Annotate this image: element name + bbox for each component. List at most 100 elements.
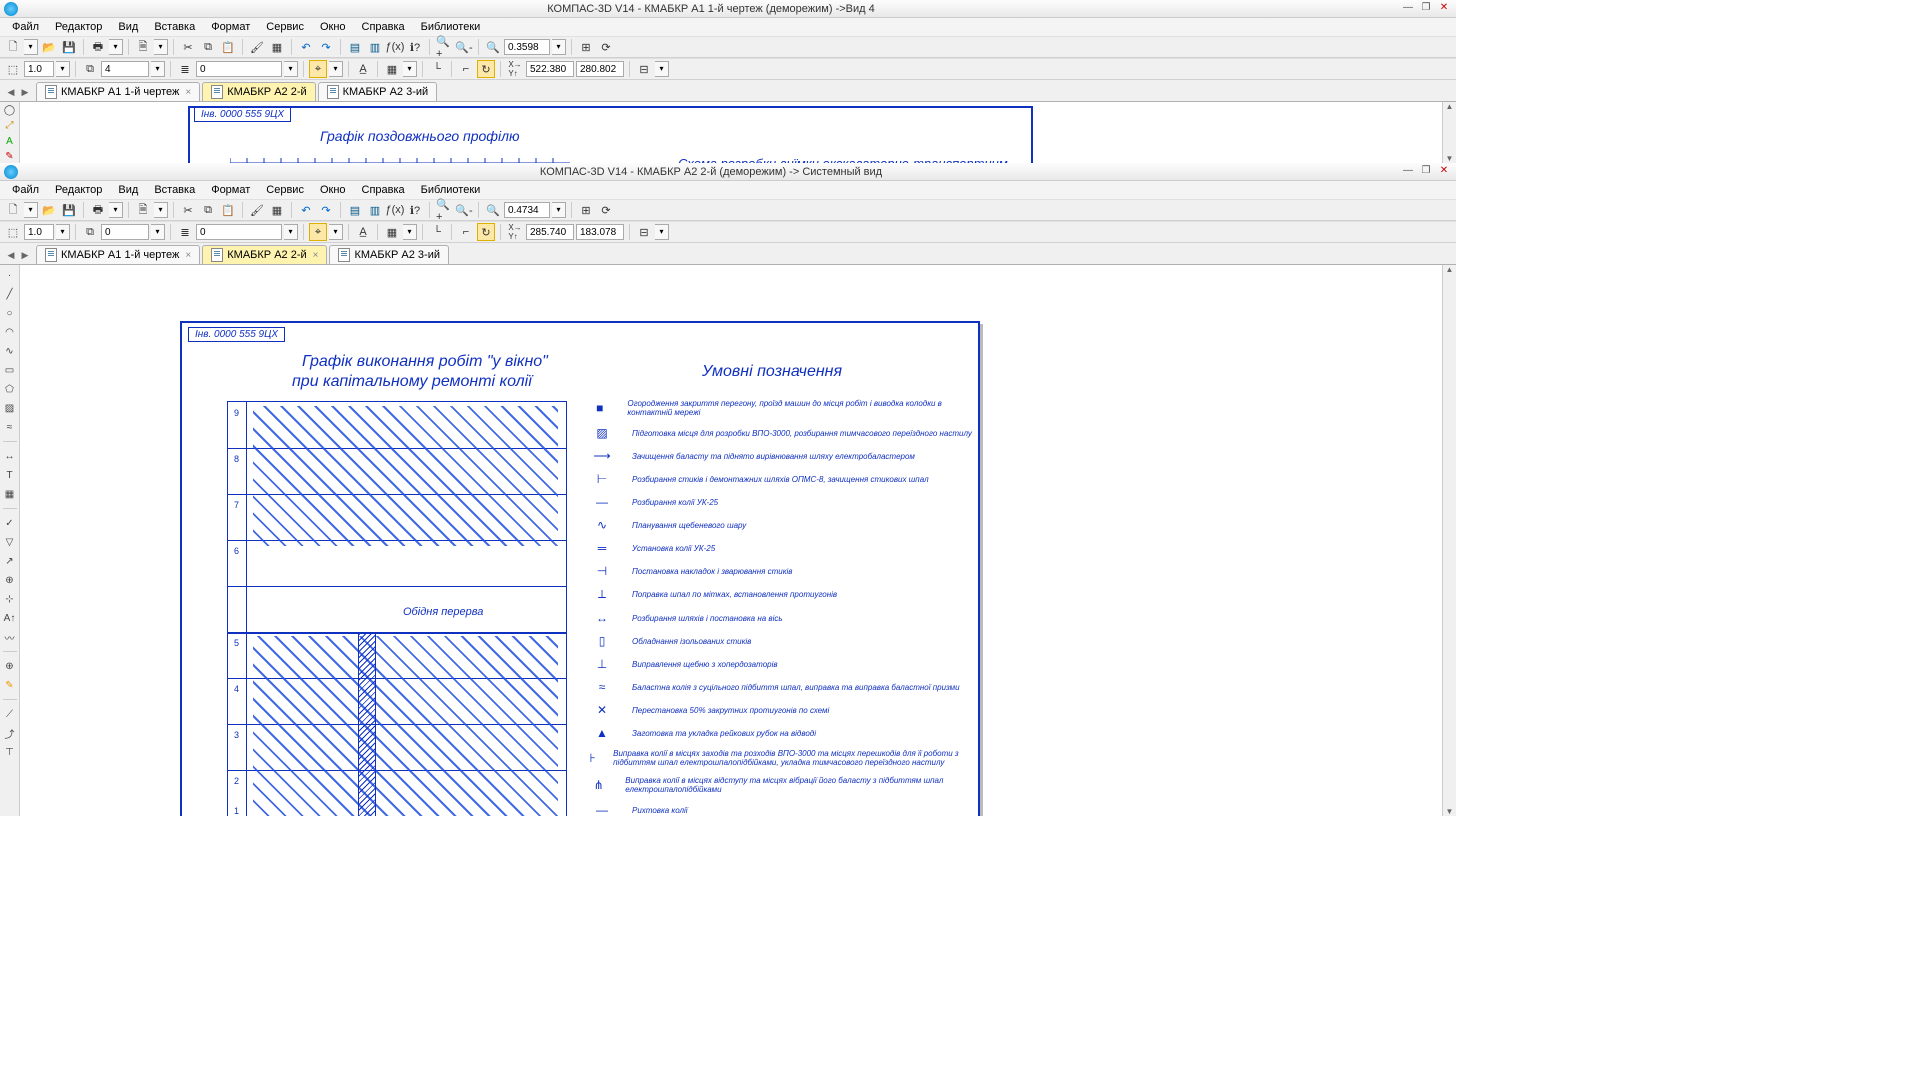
minimize-button[interactable]: — — [1400, 2, 1416, 16]
zoom-fit-icon[interactable]: 🔍 — [484, 201, 502, 219]
preview-icon[interactable]: 🗎 — [134, 201, 152, 219]
save-icon[interactable]: 💾 — [60, 201, 78, 219]
mgr2-icon[interactable]: ▥ — [366, 201, 384, 219]
cut-icon[interactable]: ✂ — [179, 201, 197, 219]
close-button[interactable]: ✕ — [1436, 2, 1452, 16]
scroll-vertical-1[interactable] — [1442, 102, 1456, 163]
new-dd[interactable]: ▾ — [24, 39, 38, 55]
coord-y-input[interactable] — [576, 224, 624, 240]
lcs-icon[interactable]: └ — [428, 60, 446, 78]
viewn-dd[interactable]: ▾ — [151, 61, 165, 77]
dim-icon[interactable]: ⤢ — [2, 120, 18, 133]
redo-icon[interactable]: ↷ — [317, 201, 335, 219]
tab-close-icon[interactable]: × — [185, 87, 191, 98]
arc-icon[interactable]: ◠ — [2, 324, 18, 340]
grid-dd[interactable]: ▾ — [403, 224, 417, 240]
menu-window[interactable]: Окно — [312, 183, 354, 197]
lcs-icon[interactable]: └ — [428, 223, 446, 241]
new-icon[interactable]: 🗋 — [4, 201, 22, 219]
tab-doc-a1[interactable]: КМАБКР А1 1-й чертеж× — [36, 245, 200, 264]
tile-icon[interactable]: ⊞ — [577, 201, 595, 219]
zoom-dd[interactable]: ▾ — [552, 202, 566, 218]
print-dd[interactable]: ▾ — [109, 39, 123, 55]
new-dd[interactable]: ▾ — [24, 202, 38, 218]
print-icon[interactable]: 🖶 — [89, 201, 107, 219]
wave-icon[interactable]: 〰 — [2, 629, 18, 645]
tab-prev-icon[interactable]: ◀ — [4, 250, 18, 264]
table-icon[interactable]: ▦ — [2, 486, 18, 502]
grid-icon[interactable]: ▦ — [383, 223, 401, 241]
ortho2-icon[interactable]: ⌐ — [457, 223, 475, 241]
menu-service[interactable]: Сервис — [258, 20, 312, 34]
edit-icon[interactable]: ✎ — [2, 151, 18, 164]
line-icon[interactable]: ╱ — [2, 286, 18, 302]
cut-icon[interactable]: ✂ — [179, 38, 197, 56]
ortho-icon[interactable]: ⬚ — [4, 60, 22, 78]
menu-help[interactable]: Справка — [354, 183, 413, 197]
menu-service[interactable]: Сервис — [258, 183, 312, 197]
text-icon[interactable]: A — [2, 135, 18, 148]
snap-dd[interactable]: ▾ — [329, 61, 343, 77]
menu-format[interactable]: Формат — [203, 20, 258, 34]
round-icon[interactable]: ↻ — [477, 223, 495, 241]
break-icon[interactable]: ≈ — [2, 419, 18, 435]
tile-icon[interactable]: ⊞ — [577, 38, 595, 56]
save-icon[interactable]: 💾 — [60, 38, 78, 56]
refresh-icon[interactable]: ⟳ — [597, 201, 615, 219]
end-icon[interactable]: ⊟ — [635, 60, 653, 78]
round-icon[interactable]: ↻ — [477, 60, 495, 78]
axis-icon[interactable]: ⊹ — [2, 591, 18, 607]
scroll-vertical-2[interactable] — [1442, 265, 1456, 816]
undo-icon[interactable]: ↶ — [297, 38, 315, 56]
tab-close-icon[interactable]: × — [185, 250, 191, 261]
copy-icon[interactable]: ⧉ — [199, 201, 217, 219]
tab-doc-a2-3[interactable]: КМАБКР А2 3-ий — [329, 245, 449, 264]
trim-icon[interactable]: ⟋ — [2, 706, 18, 722]
circle-icon[interactable]: ○ — [2, 305, 18, 321]
base-icon[interactable]: ▽ — [2, 534, 18, 550]
view-number-input[interactable] — [101, 61, 149, 77]
menu-libraries[interactable]: Библиотеки — [413, 20, 489, 34]
grid-icon[interactable]: ▦ — [383, 60, 401, 78]
center-icon[interactable]: ⊕ — [2, 658, 18, 674]
minimize-button[interactable]: — — [1400, 165, 1416, 179]
layer-dd[interactable]: ▾ — [284, 224, 298, 240]
spline-icon[interactable]: ∿ — [2, 343, 18, 359]
mgr1-icon[interactable]: ▤ — [346, 201, 364, 219]
tab-prev-icon[interactable]: ◀ — [4, 87, 18, 101]
para-icon[interactable]: A̲ — [354, 60, 372, 78]
preview-icon[interactable]: 🗎 — [134, 38, 152, 56]
drawing-canvas-1[interactable]: Інв. 0000 555 9ЦХ Графік поздовжнього пр… — [20, 102, 1442, 163]
layer-icon[interactable]: ≣ — [176, 223, 194, 241]
zoom-out-icon[interactable]: 🔍- — [455, 201, 473, 219]
layer-icon[interactable]: ≣ — [176, 60, 194, 78]
snap-icon[interactable]: ⌖ — [309, 60, 327, 78]
brush-icon[interactable]: 🖌 — [248, 201, 266, 219]
view-number-input[interactable] — [101, 224, 149, 240]
open-icon[interactable]: 📂 — [40, 201, 58, 219]
dim-icon[interactable]: ↔ — [2, 448, 18, 464]
maximize-button[interactable]: ❐ — [1418, 165, 1434, 179]
paste-icon[interactable]: 📋 — [219, 38, 237, 56]
end-icon[interactable]: ⊟ — [635, 223, 653, 241]
grid-dd[interactable]: ▾ — [403, 61, 417, 77]
end-dd[interactable]: ▾ — [655, 61, 669, 77]
menu-view[interactable]: Вид — [110, 20, 146, 34]
close-button[interactable]: ✕ — [1436, 165, 1452, 179]
brush-icon[interactable]: 🖌 — [248, 38, 266, 56]
menu-help[interactable]: Справка — [354, 20, 413, 34]
zoom-input[interactable] — [504, 39, 550, 55]
layer-dd[interactable]: ▾ — [284, 61, 298, 77]
props-icon[interactable]: ▦ — [268, 201, 286, 219]
redo-icon[interactable]: ↷ — [317, 38, 335, 56]
tab-next-icon[interactable]: ▶ — [18, 87, 32, 101]
help-icon[interactable]: ℹ? — [406, 201, 424, 219]
view-state-icon[interactable]: ⧉ — [81, 223, 99, 241]
hatch-icon[interactable]: ▨ — [2, 400, 18, 416]
viewn-dd[interactable]: ▾ — [151, 224, 165, 240]
line-width-input[interactable] — [24, 61, 54, 77]
poly-icon[interactable]: ⬠ — [2, 381, 18, 397]
tab-doc-a2-3[interactable]: КМАБКР А2 3-ий — [318, 82, 438, 101]
menu-window[interactable]: Окно — [312, 20, 354, 34]
ortho-icon[interactable]: ⬚ — [4, 223, 22, 241]
